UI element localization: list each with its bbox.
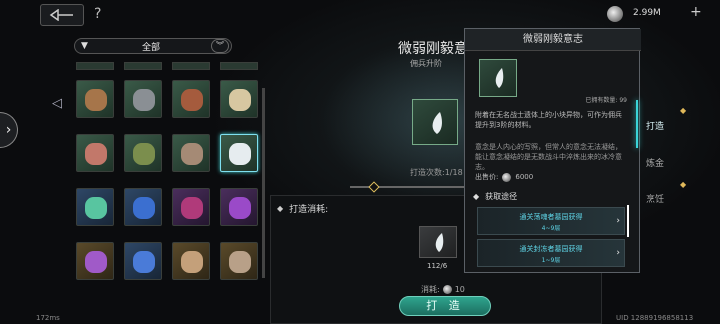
material-count: 112/6 [427, 262, 448, 270]
coin-icon [442, 285, 452, 294]
material-slot[interactable] [220, 242, 258, 280]
portrait-icon [229, 251, 251, 273]
source-link[interactable]: 通关荡魂者墓园获得 4~9层 › [477, 207, 625, 235]
material-slot[interactable] [172, 80, 210, 118]
grid-prev-row [76, 62, 262, 70]
item-title: 微弱刚毅意志 [398, 41, 464, 57]
price-value: 6000 [515, 173, 534, 181]
material-slot[interactable] [124, 188, 162, 226]
portrait-icon [181, 251, 203, 273]
material-slot[interactable] [124, 242, 162, 280]
source-link[interactable]: 通关封冻者墓园获得 1~9层 › [477, 239, 625, 267]
add-currency-button[interactable]: + [690, 4, 702, 20]
material-slot[interactable] [172, 242, 210, 280]
material-slot[interactable] [172, 188, 210, 226]
material-slot[interactable] [76, 242, 114, 280]
user-id: UID 12889196858113 [616, 314, 694, 322]
selected-item-image [412, 99, 458, 145]
hide-icon [181, 89, 203, 111]
craft-count: 打造次数:1/18 [410, 168, 463, 177]
fang-icon [229, 89, 251, 111]
tooltip-title: 微弱刚毅意志 [465, 29, 641, 51]
cluster-icon [85, 251, 107, 273]
material-slot[interactable] [220, 134, 258, 172]
diamond-icon: ◆ [680, 106, 687, 115]
wisp-icon [229, 143, 251, 165]
cost-label: 消耗: [421, 285, 440, 294]
herb-icon [133, 143, 155, 165]
cost-value: 10 [454, 285, 465, 294]
active-tab-indicator [636, 100, 638, 148]
material-slot[interactable] [124, 134, 162, 172]
material-slot[interactable] [419, 226, 457, 258]
tooltip-lore: 意念是人内心的写照，但常人的意念无法凝结，能让意念凝结的是无数战斗中淬炼出来的冰… [475, 143, 622, 171]
coin-icon [502, 172, 512, 182]
tab-craft[interactable]: 打造 [646, 119, 664, 132]
tooltip-item-image [479, 59, 517, 97]
source-header: 获取途径 [485, 192, 518, 201]
cost-header: 打造消耗: [289, 205, 329, 215]
coin-icon [607, 6, 623, 22]
slider-handle[interactable] [368, 181, 380, 193]
filter-icon: ▼ [81, 41, 88, 51]
currency-amount: 2.99M [633, 8, 661, 18]
tab-alchemy[interactable]: 炼金 [646, 156, 664, 169]
orb-icon [181, 197, 203, 219]
shard-icon [133, 251, 155, 273]
ore-icon [133, 89, 155, 111]
filter-label: 全部 [141, 42, 160, 53]
grid-scrollbar[interactable] [262, 88, 265, 278]
owned-count: 已拥有数量: 99 [585, 97, 627, 104]
material-slot[interactable] [220, 80, 258, 118]
price-label: 出售价: [475, 173, 499, 181]
source-selection-bar [627, 205, 629, 237]
wisp-icon [435, 233, 444, 252]
diamond-icon: ◆ [277, 204, 284, 213]
tab-cooking[interactable]: 烹饪 [646, 192, 664, 205]
filter-dropdown[interactable]: ▼ 全部 ︾ [74, 38, 232, 54]
craft-count-slider[interactable] [340, 181, 464, 193]
craft-button[interactable]: 打 造 [399, 296, 491, 316]
chevron-right-icon: › [616, 216, 620, 226]
navigation-arrow-icon[interactable]: ◁ [52, 96, 62, 111]
chevron-down-icon: ︾ [211, 39, 229, 53]
material-slot[interactable] [76, 134, 114, 172]
back-arrow-icon [49, 9, 73, 21]
gem-icon [229, 197, 251, 219]
back-button[interactable] [40, 4, 84, 26]
source-levels: 4~9层 [541, 225, 561, 232]
item-tooltip: 微弱刚毅意志 已拥有数量: 99 附着在无名战士遗体上的小块异物，可作为佣兵提升… [464, 28, 641, 273]
shell-icon [181, 143, 203, 165]
material-grid [76, 80, 262, 324]
wisp-icon [495, 68, 504, 88]
chevron-right-icon: › [616, 248, 620, 258]
vial-icon [85, 197, 107, 219]
scroll-icon [85, 143, 107, 165]
crystal-icon [133, 197, 155, 219]
source-text: 通关荡魂者墓园获得 [519, 213, 583, 221]
material-slot[interactable] [76, 80, 114, 118]
material-slot[interactable] [76, 188, 114, 226]
log-icon [85, 89, 107, 111]
material-slot[interactable] [172, 134, 210, 172]
latency-readout: 172ms [36, 314, 60, 322]
item-subtitle: 佣兵升阶 [410, 59, 442, 68]
diamond-icon: ◆ [680, 180, 687, 189]
tooltip-description: 附着在无名战士遗体上的小块异物，可作为佣兵提升到3阶的材料。 [475, 111, 622, 129]
material-slot[interactable] [124, 80, 162, 118]
source-levels: 1~9层 [541, 257, 561, 264]
material-slot[interactable] [220, 188, 258, 226]
source-text: 通关封冻者墓园获得 [519, 245, 583, 253]
diamond-icon: ◆ [473, 192, 480, 201]
wisp-icon [432, 112, 442, 134]
help-button[interactable]: ? [94, 6, 101, 22]
